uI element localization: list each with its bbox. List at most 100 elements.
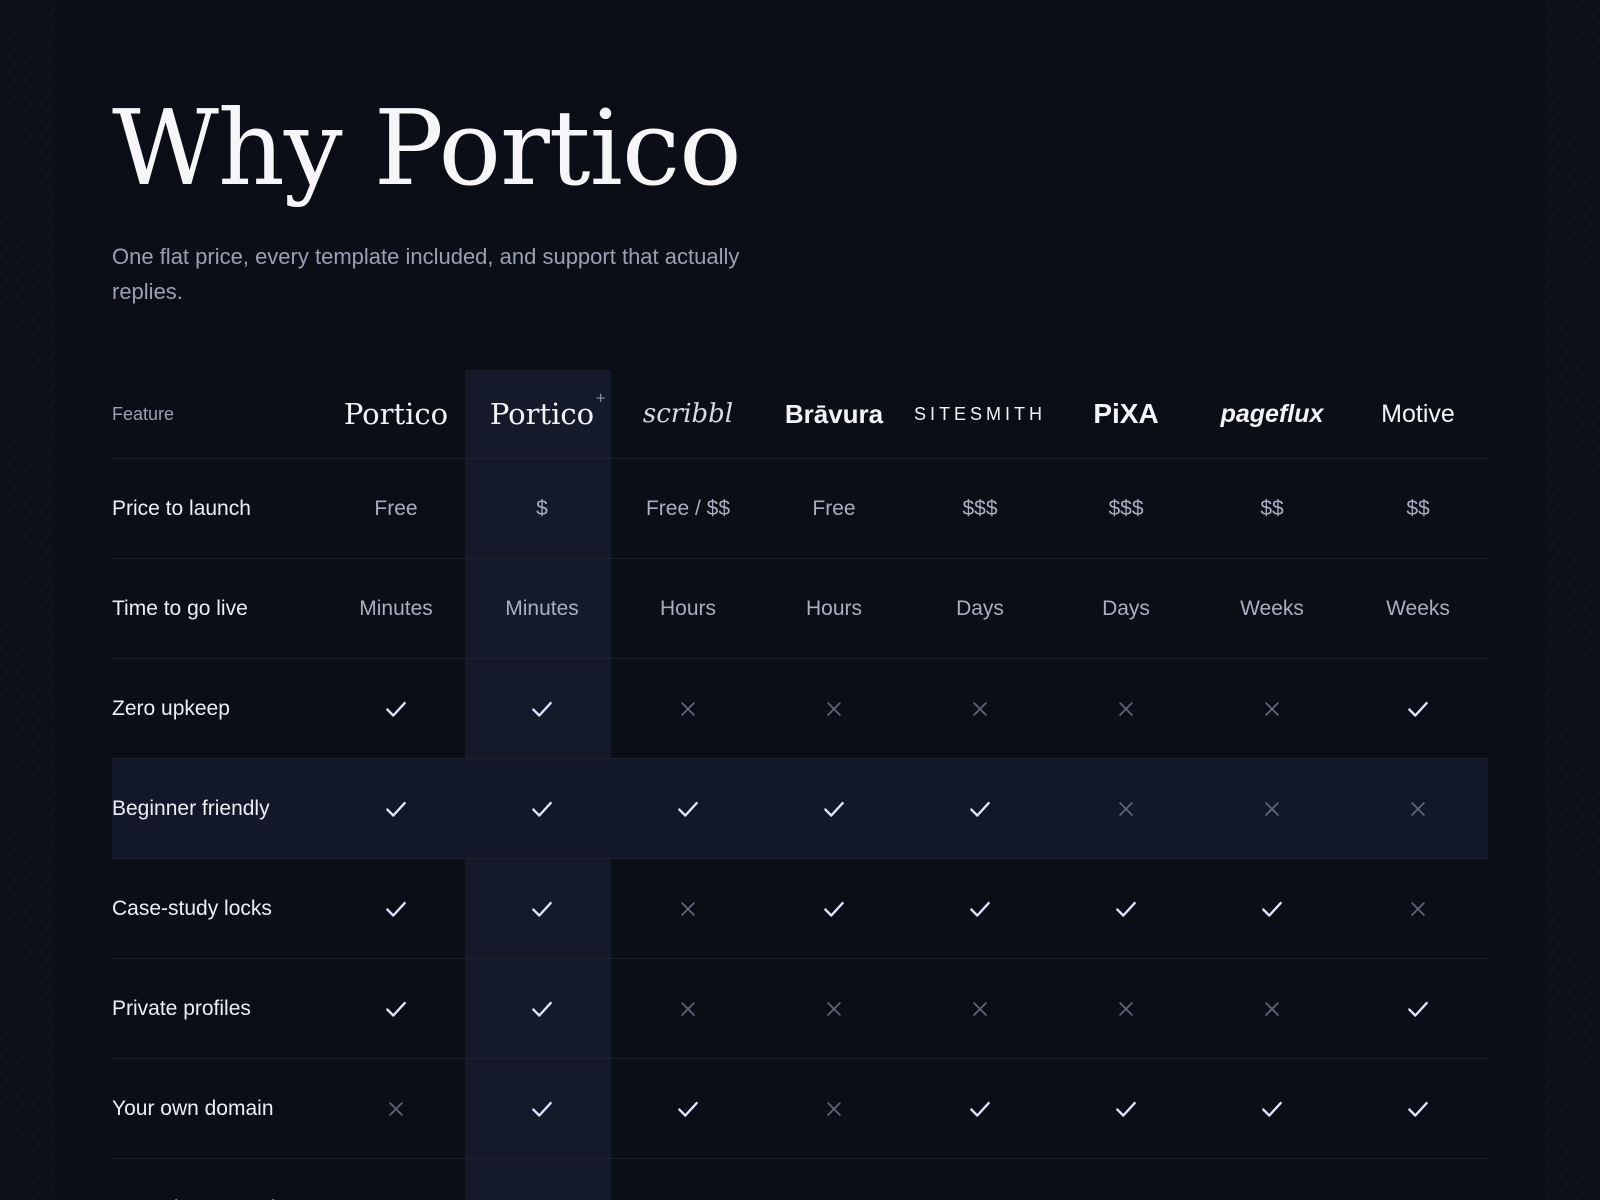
check-icon (532, 901, 552, 917)
table-cell: Hours (761, 597, 907, 621)
brand-name: scribbl (642, 399, 734, 429)
table-row: Zero upkeep (112, 658, 1488, 758)
cross-icon (967, 1196, 993, 1200)
cross-icon (1119, 1001, 1133, 1016)
table-cell (615, 796, 761, 822)
table-cell (615, 696, 761, 722)
cross-icon (1265, 1001, 1279, 1016)
table-cell (1345, 1096, 1491, 1122)
page-title: Why Portico (112, 87, 742, 209)
table-row: Private profiles (112, 958, 1488, 1058)
cell-value: $$$ (962, 496, 998, 520)
cross-icon (1113, 1196, 1139, 1200)
row-label: Beginner friendly (112, 796, 270, 820)
table-cell: $$$ (1053, 497, 1199, 521)
table-cell (469, 1196, 615, 1200)
table-cell (1053, 996, 1199, 1022)
column-header-1: Portico + (469, 391, 615, 431)
table-row: Beginner friendly (112, 758, 1488, 858)
table-row: Your own domain (112, 1058, 1488, 1158)
left-border-pattern (0, 0, 56, 1200)
check-icon (678, 801, 698, 817)
cross-icon (1259, 1196, 1285, 1200)
check-icon (1262, 901, 1282, 917)
table-cell (469, 796, 615, 822)
table-cell (907, 796, 1053, 822)
column-header-7: Motive (1345, 400, 1491, 429)
brand-logo-sitesmith: SITESMITH (914, 404, 1046, 424)
table-cell: Weeks (1345, 597, 1491, 621)
table-cell (1199, 996, 1345, 1022)
cross-icon (1265, 701, 1279, 716)
column-header-0: Portico (323, 397, 469, 431)
table-cell (1053, 796, 1199, 822)
table-cell: Days (907, 597, 1053, 621)
check-icon (824, 801, 844, 817)
table-cell (615, 1096, 761, 1122)
cross-icon (1411, 901, 1425, 916)
table-cell: Hours (615, 597, 761, 621)
table-cell (907, 896, 1053, 922)
table-cell (1053, 896, 1199, 922)
table-cell: $ (469, 497, 615, 521)
check-icon (970, 901, 990, 917)
cross-icon (973, 701, 987, 716)
table-cell (469, 1096, 615, 1122)
cell-value: Weeks (1386, 596, 1450, 620)
table-cell (761, 796, 907, 822)
table-cell: Weeks (1199, 597, 1345, 621)
check-icon (1116, 1101, 1136, 1117)
cross-icon (675, 1196, 701, 1200)
table-cell: $$ (1345, 497, 1491, 521)
table-cell (1199, 896, 1345, 922)
check-icon (1408, 1101, 1428, 1117)
table-cell: Free / $$ (615, 497, 761, 521)
brand-logo-brāvura: Brāvura (785, 399, 883, 429)
table-cell (907, 1096, 1053, 1122)
table-cell (1199, 1096, 1345, 1122)
check-icon (824, 901, 844, 917)
cross-icon (681, 701, 695, 716)
table-cell (761, 996, 907, 1022)
row-label: Private profiles (112, 996, 251, 1020)
row-label: Smart layout engine (112, 1197, 323, 1200)
brand-name: Portico (489, 397, 595, 431)
page-subtitle: One flat price, every template included,… (112, 244, 740, 304)
brand-name: Motive (1381, 399, 1455, 428)
brand-name: Portico (343, 397, 449, 431)
column-header-2: scribbl (615, 399, 761, 429)
row-label: Price to launch (112, 496, 251, 520)
cross-icon (821, 1196, 847, 1200)
check-icon (1408, 701, 1428, 717)
table-cell: Minutes (323, 597, 469, 621)
cross-icon (1119, 801, 1133, 816)
cell-value: Free (812, 496, 856, 520)
table-cell: Free (761, 497, 907, 521)
table-cell (907, 996, 1053, 1022)
table-cell (761, 1196, 907, 1200)
column-header-3: Brāvura (761, 399, 907, 430)
table-cell (615, 1196, 761, 1200)
check-icon (532, 701, 552, 717)
check-icon (532, 1001, 552, 1017)
plus-badge: + (595, 391, 607, 406)
cross-icon (1411, 801, 1425, 816)
table-cell (323, 996, 469, 1022)
brand-logo-portico: Portico (344, 397, 448, 431)
check-icon (1116, 901, 1136, 917)
table-cell (1199, 696, 1345, 722)
check-icon (529, 1196, 555, 1200)
cell-value: $$ (1260, 496, 1284, 520)
table-cell (1345, 1196, 1491, 1200)
table-cell (1053, 1096, 1199, 1122)
table-cell (469, 696, 615, 722)
check-icon (970, 1101, 990, 1117)
row-label: Zero upkeep (112, 696, 230, 720)
cell-value: Minutes (505, 596, 579, 620)
column-header-5: PiXA (1053, 398, 1199, 430)
check-icon (386, 1001, 406, 1017)
row-label: Time to go live (112, 596, 248, 620)
brand-name: PiXA (1093, 398, 1159, 429)
table-cell (615, 996, 761, 1022)
cross-icon (1265, 801, 1279, 816)
